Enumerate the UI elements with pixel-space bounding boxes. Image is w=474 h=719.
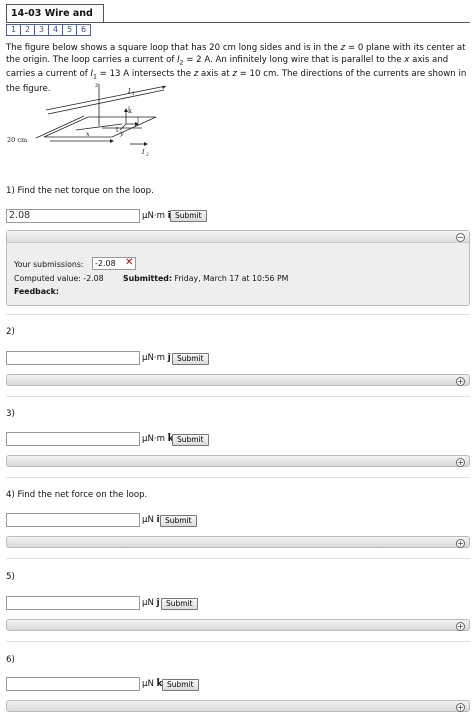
your-submissions-label: Your submissions: [14,260,84,269]
expand-icon[interactable]: + [456,702,465,712]
question-4-label: 4) Find the net force on the loop. [6,490,148,500]
unit-label-4: μN î [142,515,160,525]
page-button-3[interactable]: 3 [34,24,49,36]
svg-text:2: 2 [146,152,149,158]
answer-input-3[interactable] [6,432,140,446]
answer-input-1[interactable]: 2.08 [6,209,140,223]
unit-label-3: μN·m k̂ [142,434,174,444]
question-divider [6,641,470,642]
question-divider [6,477,470,478]
x-axis-label: x [86,130,90,138]
assignment-header: 14-03 Wire and Loop [4,4,470,37]
feedback-panel-1: − Your submissions: -2.08 ✕ Computed val… [6,230,470,306]
question-divider [6,558,470,559]
submitted-timestamp: Submitted: Friday, March 17 at 10:56 PM [123,274,289,283]
page-button-2[interactable]: 2 [20,24,35,36]
feedback-panel-header[interactable]: − [7,231,469,243]
answer-input-6[interactable] [6,677,140,691]
question-1-label: 1) Find the net torque on the loop. [6,186,154,196]
unit-label-1: μN·m î [142,211,171,221]
computed-value-label: Computed value: -2.08 [14,274,104,283]
page-button-1[interactable]: 1 [6,24,21,36]
long-wire [45,85,166,111]
i-hat-label: î [116,126,119,134]
question-5-label: 5) [6,572,15,582]
k-hat-label: k̂ [128,105,132,115]
page-button-5[interactable]: 5 [62,24,77,36]
submit-button-2[interactable]: Submit [172,353,209,365]
feedback-label: Feedback: [14,287,59,296]
unit-label-2: μN·m ĵ [142,353,171,363]
header-divider [6,22,470,23]
question-6-label: 6) [6,655,15,665]
question-3-label: 3) [6,409,15,419]
question-divider [6,396,470,397]
unit-label-6: μN k̂ [142,679,163,689]
y-axis-label: y [119,129,124,137]
question-2-label: 2) [6,327,15,337]
incorrect-icon: ✕ [125,257,134,268]
page-button-4[interactable]: 4 [48,24,63,36]
answer-input-4[interactable] [6,513,140,527]
collapse-icon[interactable]: − [456,232,465,242]
feedback-bar-3[interactable]: + [6,455,470,467]
submit-button-6[interactable]: Submit [162,679,199,691]
expand-icon[interactable]: + [456,621,465,631]
problem-figure: 20 cm z x y k̂ ĵ î I 1 I 2 [7,81,166,158]
question-pager: 1 2 3 4 5 6 [6,24,91,36]
submit-button-1[interactable]: Submit [170,210,207,222]
feedback-bar-4[interactable]: + [6,536,470,548]
expand-icon[interactable]: + [456,457,465,467]
svg-text:1: 1 [132,91,135,97]
question-divider [6,314,470,315]
unit-label-5: μN ĵ [142,598,160,608]
z-axis-label: z [94,81,99,89]
feedback-bar-6[interactable]: + [6,700,470,712]
i1-label: I [127,87,131,95]
submit-button-5[interactable]: Submit [161,598,198,610]
j-hat-label: ĵ [136,116,139,124]
feedback-bar-2[interactable]: + [6,374,470,386]
submit-button-4[interactable]: Submit [160,515,197,527]
side-length-label: 20 cm [7,136,27,144]
submit-button-3[interactable]: Submit [172,434,209,446]
page-button-6[interactable]: 6 [76,24,91,36]
i2-label: I [141,148,145,156]
answer-input-2[interactable] [6,351,140,365]
expand-icon[interactable]: + [456,538,465,548]
answer-input-5[interactable] [6,596,140,610]
page-title: 14-03 Wire and Loop [6,4,104,37]
expand-icon[interactable]: + [456,376,465,386]
feedback-bar-5[interactable]: + [6,619,470,631]
